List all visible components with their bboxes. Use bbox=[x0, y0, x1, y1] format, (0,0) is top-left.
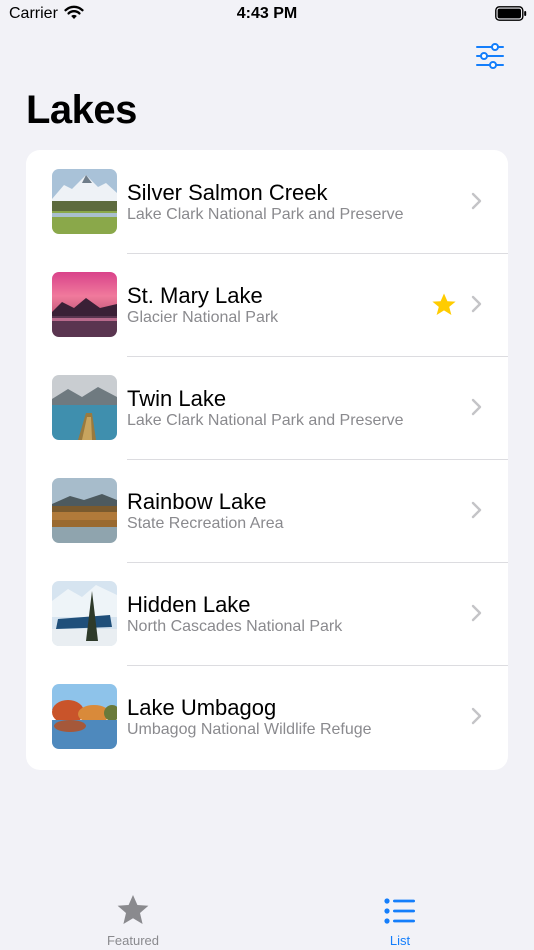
lake-park: State Recreation Area bbox=[127, 515, 284, 532]
chevron-right-icon bbox=[471, 295, 482, 313]
chevron-right-icon bbox=[471, 192, 482, 210]
lake-park: North Cascades National Park bbox=[127, 618, 343, 635]
lake-thumbnail bbox=[52, 581, 117, 646]
battery-icon bbox=[495, 6, 527, 21]
lake-name: Twin Lake bbox=[127, 386, 227, 411]
sliders-icon bbox=[476, 43, 504, 69]
lake-row-rainbow-lake[interactable]: Rainbow Lake State Recreation Area bbox=[26, 459, 508, 562]
lake-park: Glacier National Park bbox=[127, 309, 279, 326]
favorite-star-icon bbox=[432, 293, 456, 315]
lake-name: Lake Umbagog bbox=[127, 695, 277, 720]
lake-park: Lake Clark National Park and Preserve bbox=[127, 206, 404, 223]
lake-row-hidden-lake[interactable]: Hidden Lake North Cascades National Park bbox=[26, 562, 508, 665]
lake-row-lake-umbagog[interactable]: Lake Umbagog Umbagog National Wildlife R… bbox=[26, 665, 508, 768]
lake-thumbnail bbox=[52, 272, 117, 337]
lake-name: Hidden Lake bbox=[127, 592, 251, 617]
tab-featured[interactable]: Featured bbox=[33, 880, 233, 950]
lake-thumbnail bbox=[52, 684, 117, 749]
chevron-right-icon bbox=[471, 501, 482, 519]
lake-park: Lake Clark National Park and Preserve bbox=[127, 412, 404, 429]
tab-list[interactable]: List bbox=[300, 880, 500, 950]
lake-name: Silver Salmon Creek bbox=[127, 180, 328, 205]
lake-list: Silver Salmon Creek Lake Clark National … bbox=[26, 150, 508, 770]
lake-row-twin-lake[interactable]: Twin Lake Lake Clark National Park and P… bbox=[26, 356, 508, 459]
star-icon bbox=[117, 895, 149, 924]
lake-thumbnail bbox=[52, 169, 117, 234]
lake-name: St. Mary Lake bbox=[127, 283, 263, 308]
lake-name: Rainbow Lake bbox=[127, 489, 267, 514]
tab-label: Featured bbox=[106, 933, 160, 948]
chevron-right-icon bbox=[471, 604, 482, 622]
chevron-right-icon bbox=[471, 398, 482, 416]
lake-park: Umbagog National Wildlife Refuge bbox=[127, 721, 372, 738]
tab-label: List bbox=[389, 933, 411, 948]
list-icon bbox=[384, 898, 415, 924]
clock: 4:43 PM bbox=[236, 5, 298, 22]
lake-thumbnail bbox=[52, 478, 117, 543]
chevron-right-icon bbox=[471, 707, 482, 725]
status-bar: Carrier 4:43 PM bbox=[0, 0, 534, 30]
tab-bar: Featured List bbox=[0, 880, 534, 950]
lake-thumbnail bbox=[52, 375, 117, 440]
page-title: Lakes bbox=[26, 88, 137, 132]
lake-row-silver-salmon-creek[interactable]: Silver Salmon Creek Lake Clark National … bbox=[26, 150, 508, 253]
filter-button[interactable] bbox=[472, 40, 508, 72]
